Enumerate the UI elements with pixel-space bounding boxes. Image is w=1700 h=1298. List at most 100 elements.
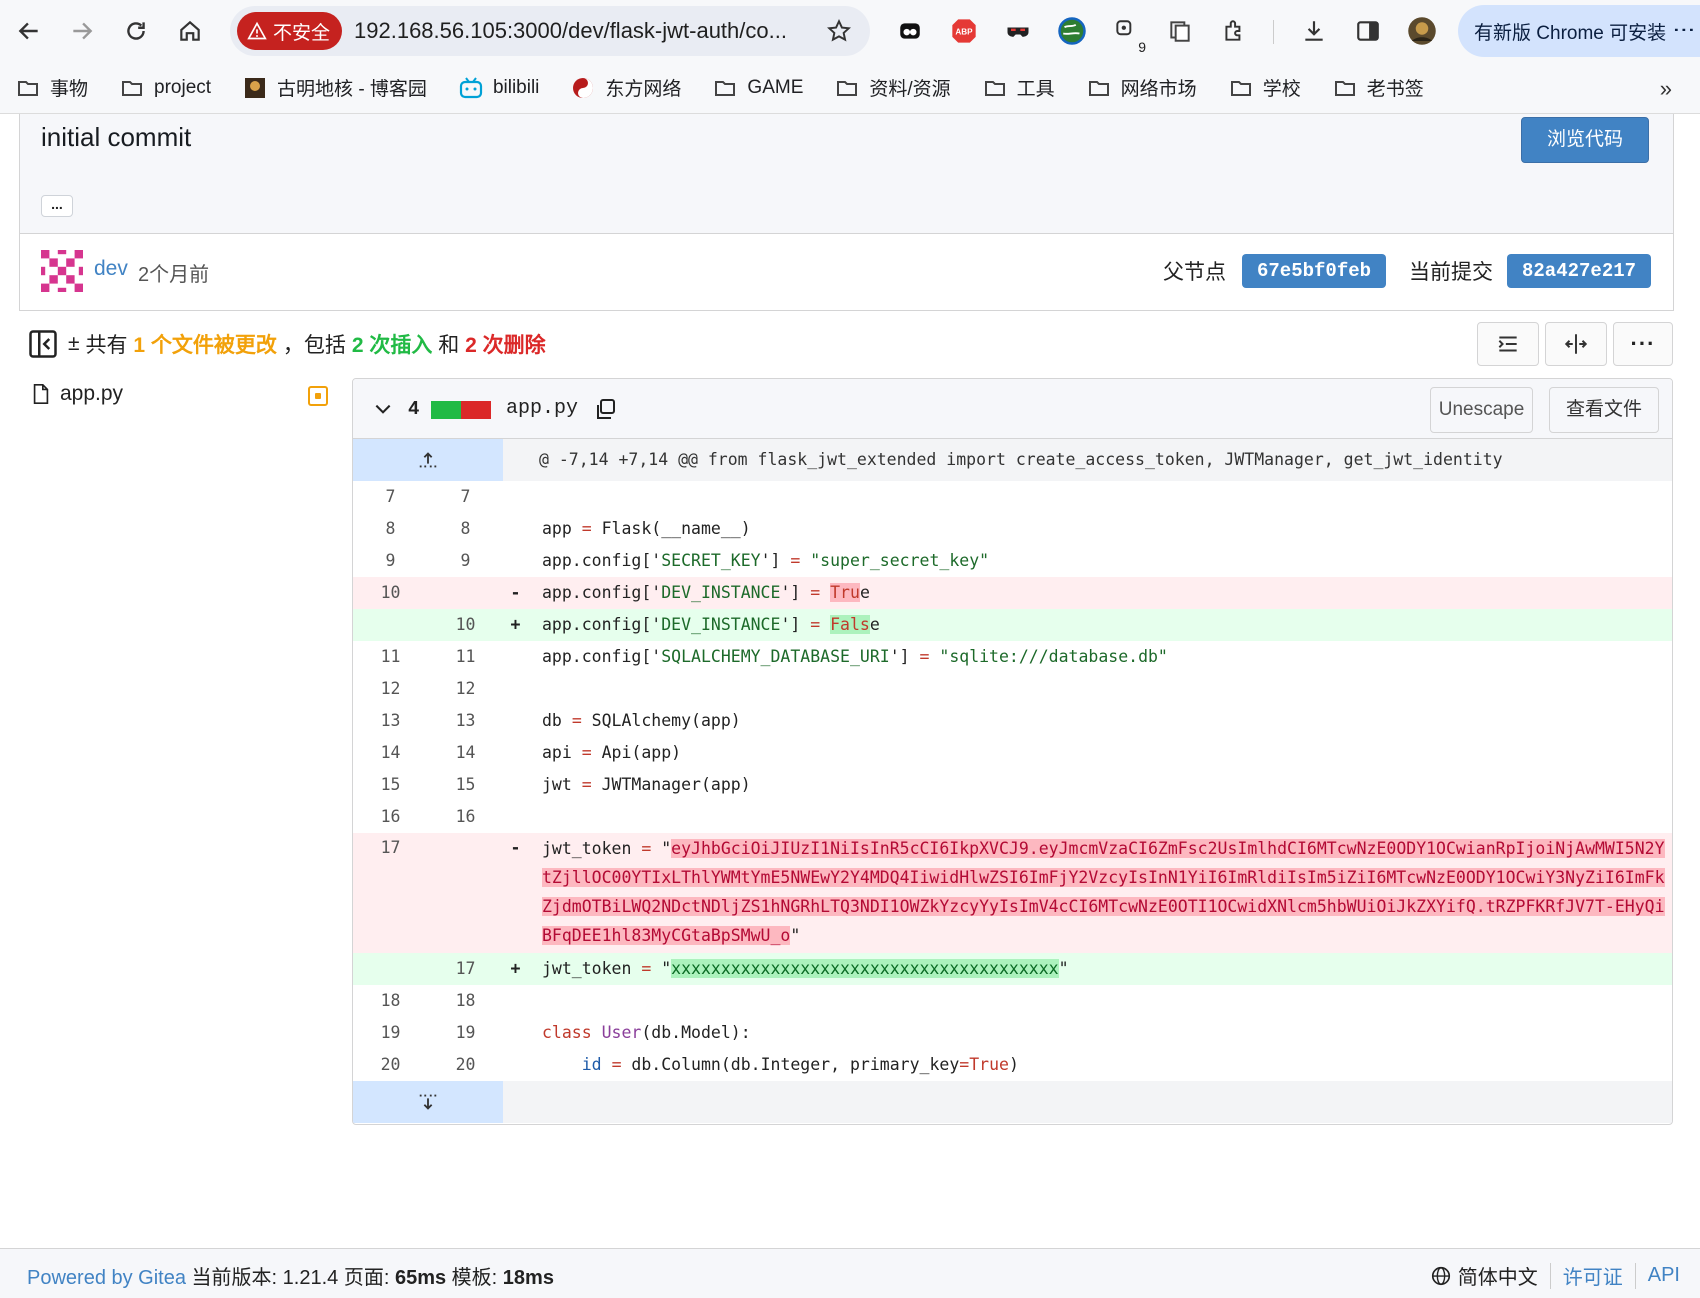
file-tree-item[interactable]: app.py [30, 382, 330, 406]
bookmark-item[interactable]: 资料/资源 [835, 74, 951, 101]
bookmark-item[interactable]: project [120, 76, 211, 100]
new-line-number[interactable] [428, 577, 503, 609]
reload-button[interactable] [114, 9, 158, 53]
old-line-number[interactable] [353, 953, 428, 985]
forward-button[interactable] [60, 9, 104, 53]
new-line-number[interactable]: 18 [428, 985, 503, 1017]
bookmark-item[interactable]: GAME [713, 76, 803, 100]
new-line-number[interactable]: 11 [428, 641, 503, 673]
reading-list-icon[interactable] [1162, 13, 1198, 49]
more-options-button[interactable]: ··· [1613, 322, 1673, 366]
globe-extension-icon[interactable] [1054, 13, 1090, 49]
new-line-number[interactable]: 9 [428, 545, 503, 577]
browse-code-button[interactable]: 浏览代码 [1521, 117, 1649, 163]
url-text[interactable]: 192.168.56.105:3000/dev/flask-jwt-auth/c… [354, 18, 804, 44]
new-line-number[interactable]: 16 [428, 801, 503, 833]
back-arrow-icon [18, 22, 38, 40]
diff-sign: - [510, 583, 521, 602]
copy-icon[interactable] [593, 397, 617, 421]
toggle-file-tree-icon[interactable] [28, 329, 58, 359]
old-line-number[interactable]: 9 [353, 545, 428, 577]
home-button[interactable] [168, 9, 212, 53]
bookmark-star-icon[interactable] [826, 18, 852, 44]
license-link[interactable]: 许可证 [1563, 1261, 1623, 1290]
current-commit-label: 当前提交 [1409, 261, 1493, 284]
reload-icon [127, 22, 145, 40]
new-line-number[interactable]: 7 [428, 481, 503, 513]
address-bar[interactable]: 不安全 192.168.56.105:3000/dev/flask-jwt-au… [230, 6, 870, 56]
current-sha-button[interactable]: 82a427e217 [1507, 254, 1652, 288]
new-line-number[interactable]: 20 [428, 1049, 503, 1081]
bookmark-item[interactable]: 事物 [16, 74, 88, 101]
commit-title: initial commit [41, 122, 192, 152]
api-link[interactable]: API [1648, 1264, 1680, 1287]
new-line-number[interactable]: 13 [428, 705, 503, 737]
side-panel-icon[interactable] [1350, 13, 1386, 49]
profile-avatar[interactable] [1404, 13, 1440, 49]
code-content [528, 801, 1672, 833]
bookmark-item[interactable]: 网络市场 [1087, 74, 1197, 101]
unescape-button[interactable]: Unescape [1430, 387, 1533, 433]
bookmark-item[interactable]: 东方网络 [571, 74, 681, 101]
files-changed-count[interactable]: 1 个文件被更改 [133, 329, 277, 359]
old-line-number[interactable]: 17 [353, 833, 428, 953]
old-line-number[interactable]: 13 [353, 705, 428, 737]
expand-down-button[interactable] [353, 1081, 503, 1123]
bookmark-item[interactable]: 工具 [983, 74, 1055, 101]
new-line-number[interactable]: 15 [428, 769, 503, 801]
old-line-number[interactable]: 14 [353, 737, 428, 769]
new-line-number[interactable]: 19 [428, 1017, 503, 1049]
security-chip[interactable]: 不安全 [237, 12, 343, 50]
old-line-number[interactable]: 15 [353, 769, 428, 801]
avatar[interactable] [41, 250, 83, 292]
hunk-footer [353, 1081, 1672, 1123]
footer-divider [1549, 1262, 1551, 1289]
old-line-number[interactable]: 20 [353, 1049, 428, 1081]
new-line-number[interactable]: 12 [428, 673, 503, 705]
new-line-number[interactable]: 14 [428, 737, 503, 769]
bookmarks-overflow-icon[interactable]: » [1660, 76, 1672, 102]
commit-body-toggle[interactable]: ... [41, 195, 73, 217]
gitea-link[interactable]: Powered by Gitea [27, 1267, 186, 1289]
commit-header: initial commit ... 浏览代码 [20, 114, 1673, 234]
old-line-number[interactable]: 8 [353, 513, 428, 545]
new-line-number[interactable]: 10 [428, 609, 503, 641]
chrome-update-button[interactable]: 有新版 Chrome 可安装 ⋮ [1458, 5, 1700, 57]
download-icon[interactable] [1296, 13, 1332, 49]
chevron-down-icon[interactable] [373, 399, 393, 419]
extensions-puzzle-icon[interactable] [1216, 13, 1252, 49]
bookmark-item[interactable]: 学校 [1229, 74, 1301, 101]
old-line-number[interactable] [353, 609, 428, 641]
new-line-number[interactable]: 17 [428, 953, 503, 985]
deletions-count: 2 次删除 [465, 334, 546, 357]
bookmark-label: 工具 [1016, 79, 1055, 100]
old-line-number[interactable]: 10 [353, 577, 428, 609]
view-file-button[interactable]: 查看文件 [1549, 387, 1659, 433]
bookmark-item[interactable]: 古明地核 - 博客园 [243, 74, 427, 101]
expand-up-button[interactable] [353, 439, 503, 481]
folder-icon [715, 80, 736, 96]
new-line-number[interactable]: 8 [428, 513, 503, 545]
whitespace-button[interactable] [1477, 322, 1539, 366]
mask-extension-icon[interactable] [1000, 13, 1036, 49]
bookmark-label: 老书签 [1366, 79, 1424, 100]
extension-icon-1[interactable] [892, 13, 928, 49]
author-link[interactable]: dev [94, 257, 128, 281]
bookmark-item[interactable]: bilibili [459, 76, 539, 100]
adblock-icon[interactable]: ABP [946, 13, 982, 49]
old-line-number[interactable]: 19 [353, 1017, 428, 1049]
browser-toolbar: 不安全 192.168.56.105:3000/dev/flask-jwt-au… [0, 0, 1700, 62]
menu-dots-icon[interactable]: ⋮ [1672, 19, 1697, 39]
old-line-number[interactable]: 11 [353, 641, 428, 673]
back-button[interactable] [7, 9, 51, 53]
new-line-number[interactable] [428, 833, 503, 953]
parent-sha-button[interactable]: 67e5bf0feb [1242, 254, 1387, 288]
old-line-number[interactable]: 7 [353, 481, 428, 513]
old-line-number[interactable]: 12 [353, 673, 428, 705]
old-line-number[interactable]: 16 [353, 801, 428, 833]
bookmark-item[interactable]: 老书签 [1333, 74, 1424, 101]
extension-badge-icon[interactable]: 9 [1108, 13, 1146, 55]
language-selector[interactable]: 简体中文 [1430, 1261, 1538, 1290]
split-view-button[interactable] [1545, 322, 1607, 366]
old-line-number[interactable]: 18 [353, 985, 428, 1017]
